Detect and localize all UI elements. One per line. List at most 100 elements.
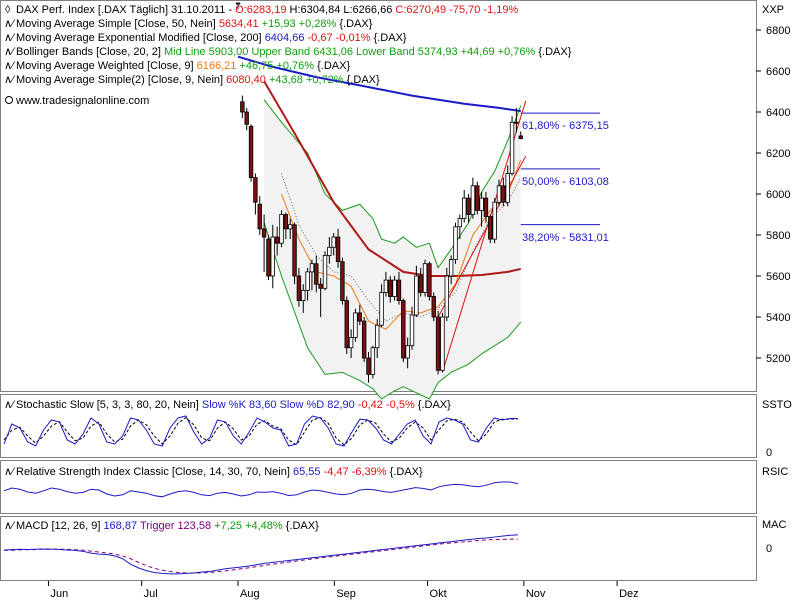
macd-axis-tick: 0 [766, 543, 772, 555]
main-axis-tick-label: 6400 [766, 107, 790, 119]
main-axis-tick-label: 6800 [766, 25, 790, 37]
main-axis-tick-label: 5200 [766, 353, 790, 365]
candle-down [245, 112, 249, 124]
main-axis-label: XXP [762, 4, 784, 16]
symbol-suffix: {.DAX} [339, 18, 372, 30]
svg-text:DAX Perf. Index [.DAX Täglich: DAX Perf. Index [.DAX Täglich] 31.10.201… [16, 4, 519, 16]
wave-icon: ◊ [5, 4, 11, 16]
bb-mid: Mid Line 5903,00 [164, 46, 248, 58]
x-axis-month-label: Jul [144, 588, 158, 600]
chart-canvas: 680066006400620060005800560054005200JunJ… [0, 0, 800, 600]
bb-pct: +0,76% [498, 46, 536, 58]
svg-text:Moving Average Exponential Mod: Moving Average Exponential Modified [Clo… [16, 32, 407, 44]
candle-up [480, 198, 484, 210]
candle-down [262, 229, 266, 237]
candle-up [380, 292, 384, 325]
candle-down [515, 122, 519, 123]
rsi-legend: ∧∕ Relative Strength Index Classic [Clos… [4, 466, 423, 478]
stoch-change: -0,42 [358, 399, 383, 411]
x-axis-month-label: Dez [619, 588, 639, 600]
svg-text:Bollinger Bands [Close, 20, 2]: Bollinger Bands [Close, 20, 2] Mid Line … [16, 46, 572, 58]
svg-text:Moving Average Simple [Close,: Moving Average Simple [Close, 50, Nein] … [16, 18, 373, 30]
x-axis-month-label: Nov [526, 588, 546, 600]
website-url[interactable]: www.tradesignalonline.com [15, 95, 149, 107]
fib-label-500: 50,00% - 6103,08 [522, 176, 609, 188]
candle-down [388, 280, 392, 296]
symbol-suffix: {.DAX} [286, 520, 319, 532]
x-axis-month-label: Aug [240, 588, 260, 600]
fib-label-618: 61,80% - 6375,15 [522, 120, 609, 132]
candle-up [471, 186, 475, 215]
macd-change: +7,25 [214, 520, 242, 532]
bb-label: Bollinger Bands [Close, 20, 2] [16, 46, 161, 58]
candle-up [332, 237, 336, 247]
candle-up [354, 313, 358, 338]
candle-up [280, 215, 284, 244]
main-axis-tick-label: 5800 [766, 230, 790, 242]
candle-down [315, 264, 319, 285]
stoch-d: Slow %D 82,90 [280, 399, 355, 411]
stochastic-legend: ∧∕ Stochastic Slow [5, 3, 3, 80, 20, Nei… [4, 399, 451, 411]
bb-upper: Upper Band 6431,06 [251, 46, 353, 58]
low-value: L:6266,66 [343, 4, 392, 16]
candle-down [502, 186, 506, 202]
candle-up [288, 225, 292, 229]
stoch-axis-tick: 0 [766, 447, 772, 459]
symbol-suffix: {.DAX} [347, 74, 380, 86]
instrument-title: DAX Perf. Index [.DAX Täglich] 31.10.201… [16, 4, 235, 16]
main-axis-tick-label: 5600 [766, 271, 790, 283]
candle-up [449, 260, 453, 276]
symbol-suffix: {.DAX} [317, 60, 350, 72]
candle-down [519, 136, 523, 139]
candle-up [454, 227, 458, 260]
symbol-suffix: {.DAX} [538, 46, 571, 58]
candle-up [441, 317, 445, 370]
stoch-pct: -0,5% [386, 399, 415, 411]
rsi-change: -4,47 [324, 466, 349, 478]
candle-down [267, 239, 271, 276]
candle-up [415, 276, 419, 315]
svg-text:Moving Average Weighted [Close: Moving Average Weighted [Close, 9] 6166,… [16, 60, 350, 72]
sma50-label: Moving Average Simple [Close, 50, Nein] [16, 18, 216, 30]
rsi-value: 65,55 [293, 466, 321, 478]
change-value: -75,70 [449, 4, 480, 16]
candle-up [493, 202, 497, 239]
candle-down [336, 237, 340, 262]
candle-down [467, 198, 471, 214]
candle-down [319, 284, 323, 288]
macd-pct: +4,48% [245, 520, 283, 532]
symbol-suffix: {.DAX} [390, 466, 423, 478]
main-axis-tick-label: 6200 [766, 148, 790, 160]
candle-down [419, 276, 423, 292]
candle-down [275, 237, 279, 243]
candle-up [323, 256, 327, 289]
sma50-pct: +0,28% [299, 18, 337, 30]
candle-down [258, 204, 262, 229]
symbol-suffix: {.DAX} [418, 399, 451, 411]
candle-down [297, 276, 301, 301]
candle-down [362, 321, 366, 358]
sma9-change: +43,68 [269, 74, 303, 86]
ema200-value: 6404,66 [265, 32, 305, 44]
candle-up [506, 174, 510, 203]
symbol-suffix: {.DAX} [374, 32, 407, 44]
candle-up [462, 198, 466, 219]
ema200-pct: -0,01% [336, 32, 371, 44]
bb-change: +44,69 [461, 46, 495, 58]
candle-down [428, 264, 432, 297]
wma-label: Moving Average Weighted [Close, 9] [16, 60, 194, 72]
candle-up [497, 186, 501, 202]
rsi-label: Relative Strength Index Classic [Close, … [16, 466, 290, 478]
wma-change: +46,75 [239, 60, 273, 72]
high-value: H:6304,84 [290, 4, 341, 16]
candle-up [458, 219, 462, 227]
candle-up [423, 264, 427, 293]
main-axis-tick-label: 5400 [766, 312, 790, 324]
main-axis-tick-label: 6600 [766, 66, 790, 78]
wma-pct: +0,76% [276, 60, 314, 72]
candle-up [393, 280, 397, 296]
candle-down [249, 126, 253, 177]
wma-value: 6166,21 [197, 60, 237, 72]
svg-text:Moving Average Simple(2) [Clos: Moving Average Simple(2) [Close, 9, Nein… [16, 74, 380, 86]
ema200-change: -0,67 [308, 32, 333, 44]
